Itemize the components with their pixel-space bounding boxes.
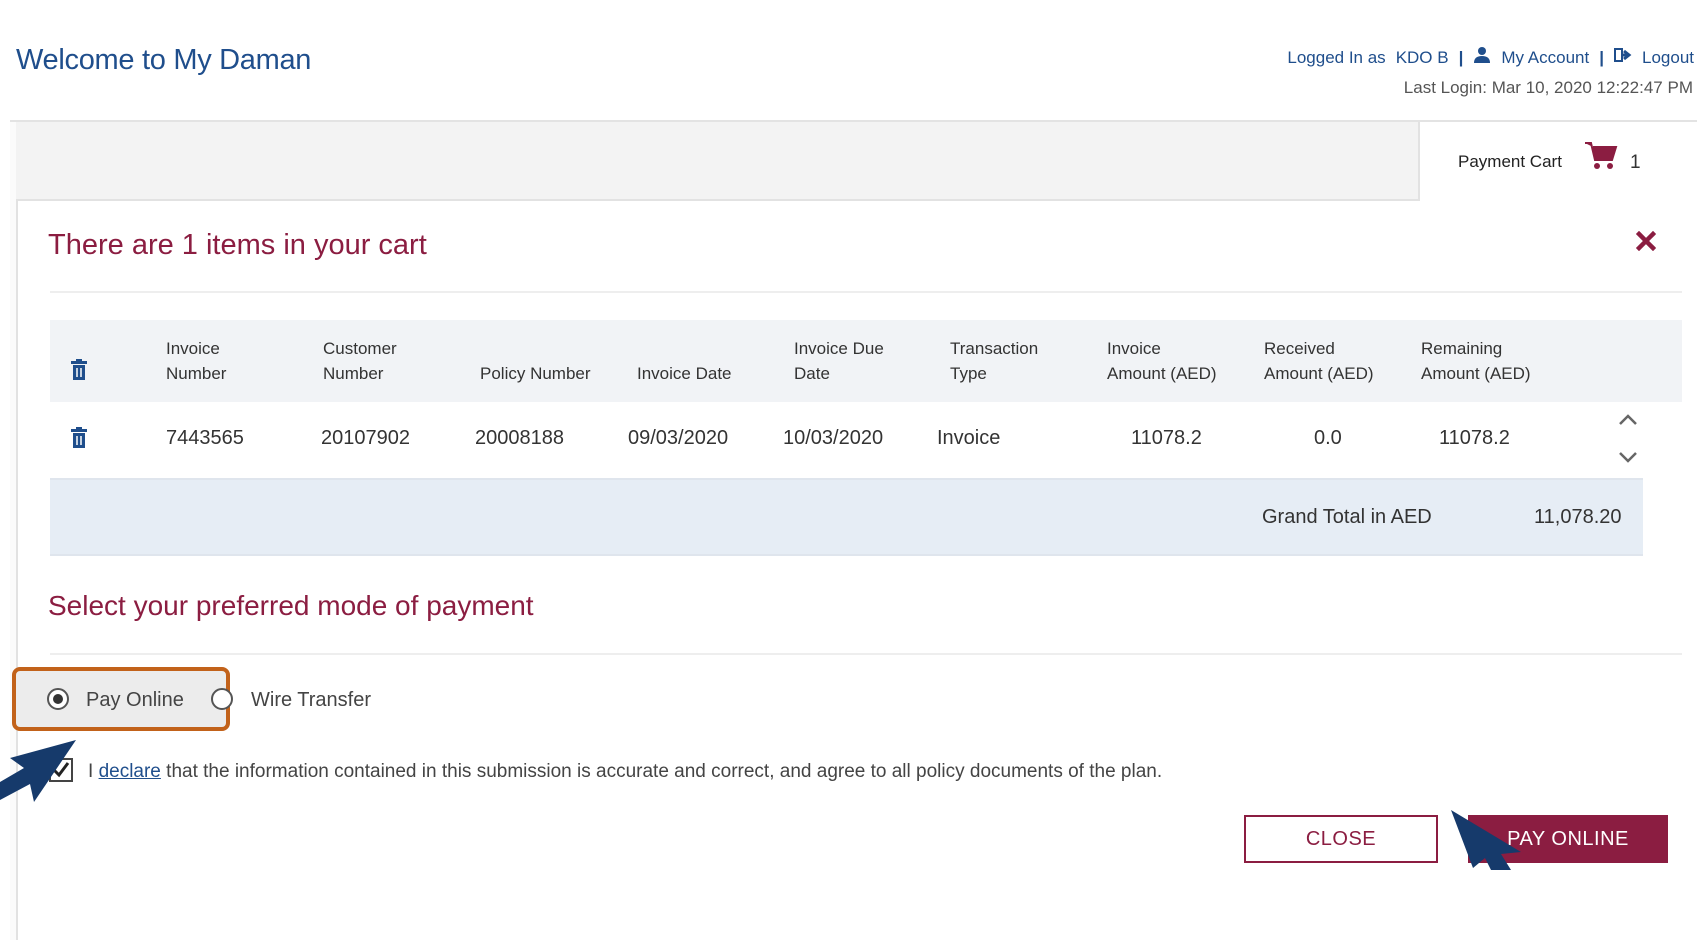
divider	[50, 653, 1682, 655]
header: Welcome to My Daman Logged In as KDO B |…	[10, 6, 1697, 122]
last-login: Last Login: Mar 10, 2020 12:22:47 PM	[1403, 78, 1693, 97]
payment-cart-tab[interactable]: Payment Cart 1	[1418, 122, 1697, 207]
separator: |	[1599, 47, 1604, 67]
grand-total-label: Grand Total in AED	[1262, 506, 1432, 528]
user-icon	[1473, 46, 1491, 69]
cell-invoice-amount: 11078.2	[1131, 427, 1202, 449]
wire-transfer-label[interactable]: Wire Transfer	[251, 689, 371, 712]
cell-transaction-type: Invoice	[937, 427, 1001, 449]
arrow-annotation	[0, 740, 76, 802]
grand-total-value: 11,078.20	[1534, 506, 1622, 528]
cell-customer-number: 20107902	[321, 427, 410, 449]
logout-link[interactable]: Logout	[1642, 48, 1694, 68]
col-transaction-type: Transaction Type	[950, 339, 1039, 383]
modal-title: There are 1 items in your cart	[48, 229, 427, 261]
cell-received-amount: 0.0	[1314, 427, 1342, 449]
user-name: KDO B	[1395, 47, 1449, 67]
close-icon[interactable]	[1635, 230, 1657, 256]
divider	[50, 291, 1682, 293]
pay-online-label[interactable]: Pay Online	[86, 689, 184, 712]
cell-policy-number: 20008188	[475, 427, 564, 449]
grand-total-row: Grand Total in AED 11,078.20	[50, 478, 1643, 556]
cell-invoice-date: 09/03/2020	[628, 427, 729, 449]
welcome-title: Welcome to My Daman	[16, 44, 312, 76]
col-received-amount: Received Amount (AED)	[1264, 339, 1374, 383]
header-links: Logged In as KDO B | My Account | Logout	[1287, 46, 1694, 69]
cell-invoice-number: 7443565	[166, 427, 244, 449]
separator: |	[1458, 47, 1464, 67]
table-scrollbar[interactable]	[1613, 401, 1643, 477]
col-customer-number: Customer Number	[323, 339, 397, 383]
logged-in-label: Logged In as	[1287, 47, 1386, 67]
toolbar-strip	[16, 122, 1418, 201]
col-invoice-due-date: Invoice Due Date	[794, 339, 884, 383]
table-header: Invoice Number Customer Number Policy Numb…	[50, 320, 1682, 402]
delete-row-icon[interactable]	[70, 427, 88, 454]
col-invoice-amount: Invoice Amount (AED)	[1107, 339, 1217, 383]
col-remaining-amount: Remaining Amount (AED)	[1421, 339, 1531, 383]
table-row: 7443565 20107902 20008188 09/03/2020 10/…	[50, 402, 1682, 478]
cell-remaining-amount: 11078.2	[1439, 427, 1510, 449]
arrow-annotation	[1451, 810, 1521, 870]
declaration-text: I declare that the information contained…	[88, 761, 1163, 782]
cart-icon	[1584, 140, 1618, 175]
wire-transfer-radio[interactable]	[211, 688, 233, 710]
cell-invoice-due-date: 10/03/2020	[783, 427, 884, 449]
declare-link[interactable]: declare	[99, 761, 161, 782]
close-button[interactable]: CLOSE	[1244, 815, 1438, 863]
my-account-link[interactable]: My Account	[1501, 48, 1589, 68]
logout-icon	[1614, 47, 1632, 68]
col-invoice-number: Invoice Number	[166, 339, 227, 383]
payment-mode-title: Select your preferred mode of payment	[48, 590, 534, 621]
payment-cart-label: Payment Cart	[1458, 152, 1562, 171]
col-invoice-date: Invoice Date	[637, 364, 732, 383]
cart-count: 1	[1630, 152, 1641, 173]
cart-modal: There are 1 items in your cart Invoice Nu…	[12, 201, 1697, 940]
pay-online-radio[interactable]	[47, 688, 69, 710]
col-policy-number: Policy Number	[480, 364, 591, 383]
delete-all-icon[interactable]	[70, 359, 88, 386]
